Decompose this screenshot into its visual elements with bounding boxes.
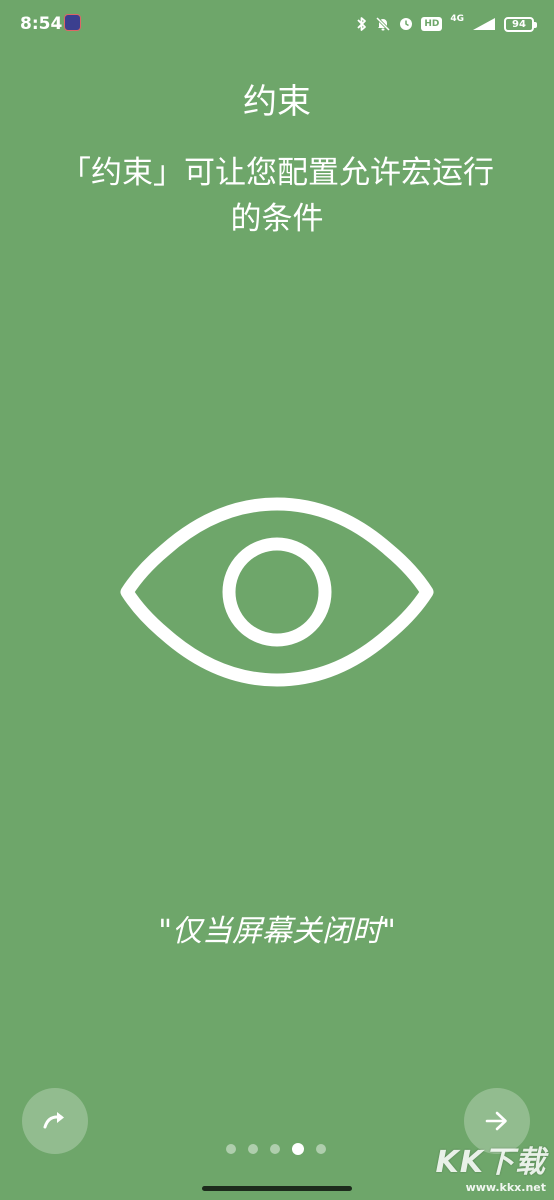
redo-arrow-icon	[43, 1112, 64, 1129]
arrow-right-icon	[485, 1111, 507, 1131]
eye-icon	[120, 497, 434, 687]
alarm-icon	[400, 18, 413, 30]
signal-icon	[473, 18, 495, 30]
page-dot-active	[292, 1143, 304, 1155]
status-bar: 8:54 HD 4G 94	[0, 0, 554, 50]
page-title: 约束	[243, 82, 311, 122]
page-dot	[270, 1144, 280, 1154]
silent-bell-icon	[376, 16, 391, 32]
watermark: KK下载 www.kkx.net	[436, 1137, 547, 1194]
status-icons: HD 4G 94	[357, 12, 537, 36]
watermark-url: www.kkx.net	[465, 1181, 546, 1194]
watermark-logo: KK下载	[435, 1145, 546, 1180]
page-dot	[226, 1144, 236, 1154]
gesture-nav-handle[interactable]	[202, 1186, 352, 1191]
example-quote: "仅当屏幕关闭时"	[158, 914, 396, 949]
battery-icon: 94	[504, 16, 537, 32]
bluetooth-icon	[357, 17, 367, 31]
skip-button[interactable]	[22, 1088, 88, 1154]
page-dot	[248, 1144, 258, 1154]
page-indicator	[226, 1143, 326, 1155]
page-dot	[316, 1144, 326, 1154]
app-notification-icon	[64, 14, 81, 31]
page-description: 「约束」可让您配置允许宏运行的条件	[60, 155, 494, 237]
hd-icon: HD	[421, 17, 443, 31]
status-time: 8:54	[20, 14, 63, 34]
network-type: 4G	[450, 13, 464, 24]
